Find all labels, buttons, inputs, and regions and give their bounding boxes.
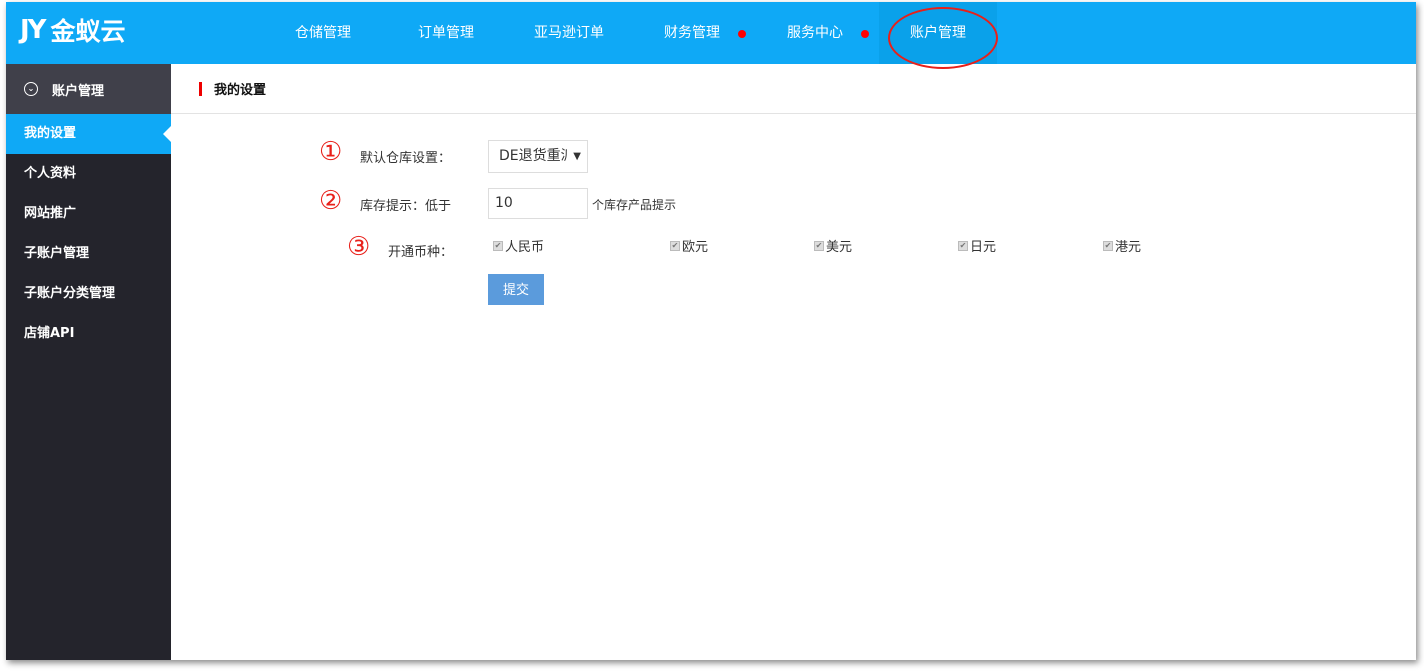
currency-checkbox-usd[interactable]: ✔ 美元 (814, 236, 852, 255)
currency-option-label: 人民币 (505, 240, 545, 255)
sidebar-item-subaccount-categories[interactable]: 子账户分类管理 (6, 274, 171, 314)
currency-checkbox-eur[interactable]: ✔ 欧元 (670, 236, 708, 255)
annotation-number-3: ③ (347, 232, 371, 262)
warehouse-select[interactable]: DE退货重派 ▼ (488, 140, 588, 173)
stock-alert-suffix: 个库存产品提示 (592, 198, 677, 212)
sidebar-header-label: 账户管理 (52, 83, 105, 99)
notification-dot-icon (861, 30, 869, 38)
sidebar-item-my-settings[interactable]: 我的设置 (6, 114, 171, 154)
page-header: 我的设置 (171, 64, 1416, 114)
stock-alert-label: 库存提示：低于 (360, 199, 452, 214)
checkbox-checked-icon: ✔ (814, 240, 824, 251)
sidebar: ⌄ 账户管理 我的设置 个人资料 网站推广 子账户管理 子账户分类管理 店铺AP… (6, 64, 171, 660)
nav-warehouse[interactable]: 仓储管理 (264, 2, 382, 64)
dropdown-arrow-icon: ▼ (573, 151, 581, 162)
sidebar-header[interactable]: ⌄ 账户管理 (6, 64, 171, 114)
currency-option-label: 港元 (1115, 240, 1142, 255)
nav-account[interactable]: 账户管理 (879, 2, 997, 64)
nav-finance[interactable]: 财务管理 (633, 2, 751, 64)
currency-label: 开通币种： (388, 245, 454, 260)
currency-checkbox-cny[interactable]: ✔ 人民币 (493, 236, 544, 255)
currency-checkbox-hkd[interactable]: ✔ 港元 (1103, 236, 1141, 255)
title-accent-bar (199, 81, 202, 96)
currency-option-label: 日元 (970, 240, 997, 255)
logo-text: 金蚁云 (50, 17, 126, 46)
chevron-down-circle-icon: ⌄ (24, 82, 38, 96)
sidebar-item-promotion[interactable]: 网站推广 (6, 194, 171, 234)
warehouse-select-value: DE退货重派 (499, 148, 567, 164)
currency-option-label: 美元 (826, 240, 853, 255)
app-window: JY 金蚁云 仓储管理 订单管理 亚马逊订单 财务管理 服务中心 账户管理 ⌄ … (6, 2, 1416, 660)
notification-dot-icon (738, 30, 746, 38)
sidebar-item-store-api[interactable]: 店铺API (6, 314, 171, 354)
checkbox-checked-icon: ✔ (1103, 240, 1113, 251)
currency-option-label: 欧元 (682, 240, 709, 255)
nav-amazon-orders[interactable]: 亚马逊订单 (510, 2, 628, 64)
warehouse-label: 默认仓库设置： (360, 151, 452, 166)
logo[interactable]: JY 金蚁云 (20, 12, 126, 48)
nav-orders[interactable]: 订单管理 (387, 2, 505, 64)
top-nav-bar: JY 金蚁云 仓储管理 订单管理 亚马逊订单 财务管理 服务中心 账户管理 (6, 2, 1416, 64)
nav-service-center[interactable]: 服务中心 (756, 2, 874, 64)
sidebar-item-subaccounts[interactable]: 子账户管理 (6, 234, 171, 274)
annotation-number-1: ① (319, 137, 343, 167)
annotation-number-2: ② (319, 186, 343, 216)
logo-mark-icon: JY (20, 15, 46, 45)
sidebar-item-profile[interactable]: 个人资料 (6, 154, 171, 194)
checkbox-checked-icon: ✔ (493, 240, 503, 251)
checkbox-checked-icon: ✔ (958, 240, 968, 251)
submit-button[interactable]: 提交 (488, 274, 544, 305)
page-title: 我的设置 (214, 83, 267, 98)
main-content: 我的设置 ① 默认仓库设置： DE退货重派 ▼ ② 库存提示：低于 10 个库存… (171, 64, 1416, 660)
stock-threshold-input[interactable]: 10 (488, 188, 588, 219)
checkbox-checked-icon: ✔ (670, 240, 680, 251)
currency-checkbox-jpy[interactable]: ✔ 日元 (958, 236, 996, 255)
